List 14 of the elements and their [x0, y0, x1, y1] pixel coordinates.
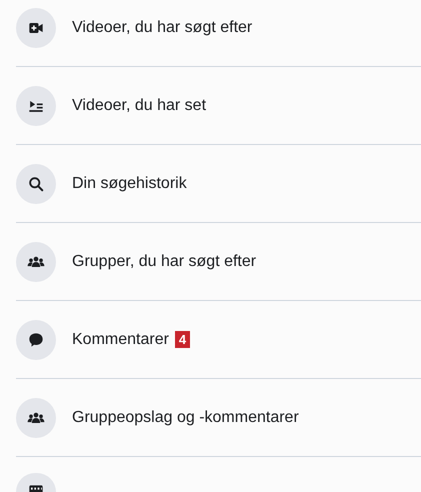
- menu-item-label[interactable]: Videoer, du har set: [72, 96, 206, 114]
- video-camera-icon: [16, 8, 56, 48]
- menu-item-label[interactable]: Gruppeopslag og -kommentarer: [72, 408, 299, 426]
- film-icon: [16, 473, 56, 492]
- menu-item-label[interactable]: Kommentarer: [72, 330, 169, 348]
- playlist-icon: [16, 86, 56, 126]
- menu-item-label[interactable]: Grupper, du har søgt efter: [72, 252, 256, 270]
- group-icon: [16, 398, 56, 438]
- speech-bubble-icon: [16, 320, 56, 360]
- menu-item-label[interactable]: Videoer, du har søgt efter: [72, 18, 252, 36]
- group-icon: [16, 242, 56, 282]
- menu-item-label[interactable]: Din søgehistorik: [72, 174, 187, 192]
- search-icon: [16, 164, 56, 204]
- count-badge: 4: [174, 331, 190, 348]
